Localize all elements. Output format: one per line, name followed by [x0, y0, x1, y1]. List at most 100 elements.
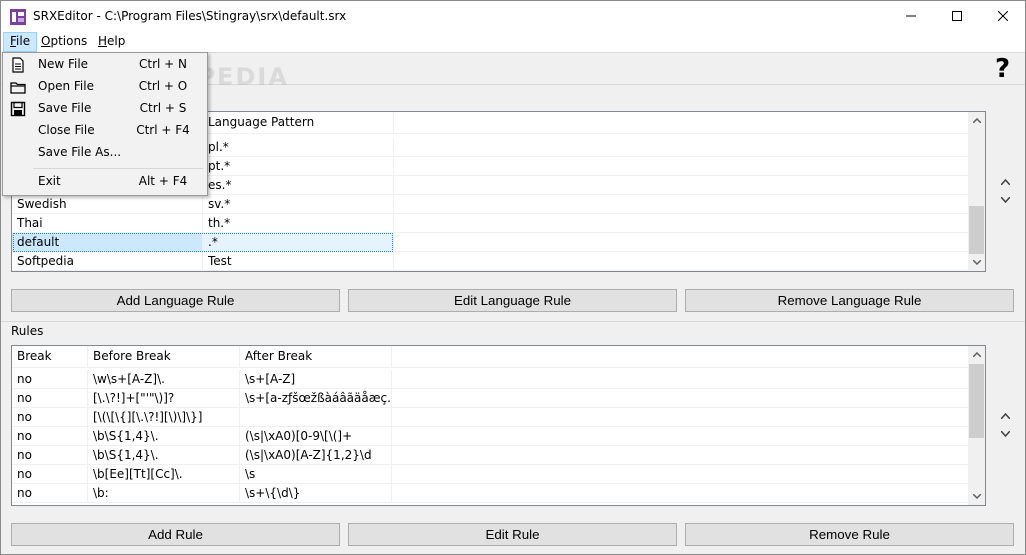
language-rule-row[interactable]: default .*	[12, 233, 970, 252]
column-header-language-pattern[interactable]: Language Pattern	[203, 112, 394, 134]
rule-row[interactable]: no \b[Ee][Tt][Cc]\. \s	[12, 465, 970, 484]
move-down-button[interactable]	[998, 427, 1012, 441]
rule-break: no	[12, 484, 88, 503]
remove-rule-button[interactable]: Remove Rule	[685, 523, 1014, 546]
add-language-rule-button[interactable]: Add Language Rule	[11, 289, 340, 312]
rules-section-label: Rules	[11, 324, 44, 338]
title-bar: SRXEditor - C:\Program Files\Stingray\sr…	[1, 1, 1025, 31]
language-rule-name: Softpedia	[12, 252, 203, 271]
rule-row[interactable]: no \b: \s+\{\d\}	[12, 484, 970, 503]
rule-row[interactable]: no [\.\?!]+["'"\)]? \s+[a-zƒšœžßàáâãäåæç..…	[12, 389, 970, 408]
chevron-up-icon	[1000, 413, 1010, 419]
chevron-up-icon	[972, 118, 981, 123]
menu-item-shortcut: Ctrl + F4	[136, 123, 190, 137]
section-divider	[1, 321, 1025, 322]
rule-before-break: [\.\?!]+["'"\)]?	[88, 389, 240, 408]
language-rule-name: Swedish	[12, 195, 203, 214]
rule-before-break: \b\S{1,4}\.	[88, 446, 240, 465]
window-title: SRXEditor - C:\Program Files\Stingray\sr…	[33, 9, 347, 23]
menu-file[interactable]: File	[3, 32, 38, 52]
rule-row[interactable]: no \w\s+[A-Z]\. \s+[A-Z]	[12, 370, 970, 389]
maximize-button[interactable]	[934, 1, 980, 31]
rule-break: no	[12, 408, 88, 427]
file-menu-item-exit[interactable]: Exit Alt + F4	[5, 171, 205, 193]
chevron-down-icon	[1000, 197, 1010, 203]
language-rule-pattern: pl.*	[203, 138, 394, 157]
rules-header: Break Before Break After Break	[12, 346, 970, 368]
menu-item-shortcut: Ctrl + N	[138, 57, 187, 71]
rule-before-break: \w\s+[A-Z]\.	[88, 370, 240, 389]
column-header-break[interactable]: Break	[12, 346, 88, 368]
file-menu-item-save-file-as[interactable]: Save File As...	[5, 142, 205, 164]
menu-options[interactable]: Options	[35, 32, 93, 52]
rule-before-break: [\(\[\{][\.\?!][\)\]\}]	[88, 408, 240, 427]
rule-after-break	[240, 408, 392, 427]
language-rules-scrollbar[interactable]	[968, 112, 985, 271]
rule-after-break: (\s|\xA0)[0-9\[\(]+	[240, 427, 392, 446]
add-rule-button[interactable]: Add Rule	[11, 523, 340, 546]
edit-rule-button[interactable]: Edit Rule	[348, 523, 677, 546]
move-up-button[interactable]	[998, 409, 1012, 423]
language-rule-row[interactable]: Softpedia Test	[12, 252, 970, 271]
minimize-button[interactable]	[888, 1, 934, 31]
rule-reorder	[998, 409, 1012, 441]
rule-before-break: \b:	[88, 484, 240, 503]
rule-break: no	[12, 427, 88, 446]
close-window-button[interactable]	[980, 1, 1026, 31]
chevron-down-icon	[972, 260, 981, 265]
move-up-button[interactable]	[998, 175, 1012, 189]
menu-help[interactable]: Help	[92, 32, 131, 52]
file-menu-item-close-file[interactable]: Close File Ctrl + F4	[5, 120, 205, 142]
column-header-after-break[interactable]: After Break	[240, 346, 392, 368]
rule-after-break: \s+[A-Z]	[240, 370, 392, 389]
focus-outline	[13, 233, 393, 252]
srx-editor-window: SRXEditor - C:\Program Files\Stingray\sr…	[0, 0, 1026, 555]
file-menu-dropdown: New File Ctrl + N Open File Ctrl + O Save Fi…	[2, 52, 208, 196]
app-icon	[10, 9, 26, 25]
column-header-before-break[interactable]: Before Break	[88, 346, 240, 368]
menu-item-label: Save File As...	[38, 145, 122, 159]
scroll-up-arrow[interactable]	[968, 112, 985, 129]
file-menu-item-save-file[interactable]: Save File Ctrl + S	[5, 98, 205, 120]
chevron-up-icon	[972, 352, 981, 357]
remove-language-rule-button[interactable]: Remove Language Rule	[685, 289, 1014, 312]
menu-item-shortcut: Ctrl + O	[138, 79, 188, 93]
chevron-down-icon	[972, 494, 981, 499]
file-menu-item-new-file[interactable]: New File Ctrl + N	[5, 54, 205, 76]
help-icon[interactable]: ?	[995, 55, 1010, 83]
scroll-down-arrow[interactable]	[968, 488, 985, 505]
chevron-up-icon	[1000, 179, 1010, 185]
rule-break: no	[12, 370, 88, 389]
rule-break: no	[12, 389, 88, 408]
rule-after-break: \s+[a-zƒšœžßàáâãäåæç...	[240, 389, 392, 408]
menu-item-shortcut: Ctrl + S	[139, 101, 187, 115]
move-down-button[interactable]	[998, 193, 1012, 207]
scroll-thumb[interactable]	[969, 206, 984, 254]
language-rule-row[interactable]: Swedish sv.*	[12, 195, 970, 214]
rule-row[interactable]: no [\(\[\{][\.\?!][\)\]\}]	[12, 408, 970, 427]
file-menu-item-open-file[interactable]: Open File Ctrl + O	[5, 76, 205, 98]
language-rule-pattern: es.*	[203, 176, 394, 195]
scroll-down-arrow[interactable]	[968, 254, 985, 271]
scroll-up-arrow[interactable]	[968, 346, 985, 363]
language-rule-reorder	[998, 175, 1012, 207]
rule-row[interactable]: no \b\S{1,4}\. (\s|\xA0)[A-Z]{1,2}\d	[12, 446, 970, 465]
rule-after-break: \s	[240, 465, 392, 484]
rule-before-break: \b[Ee][Tt][Cc]\.	[88, 465, 240, 484]
close-icon	[998, 11, 1008, 21]
language-rule-pattern: pt.*	[203, 157, 394, 176]
chevron-down-icon	[1000, 431, 1010, 437]
edit-language-rule-button[interactable]: Edit Language Rule	[348, 289, 677, 312]
menu-item-label: Save File	[38, 101, 92, 115]
rule-row[interactable]: no \b\S{1,4}\. (\s|\xA0)[0-9\[\(]+	[12, 427, 970, 446]
new-file-icon	[10, 57, 26, 73]
language-rule-row[interactable]: Thai th.*	[12, 214, 970, 233]
menu-separator	[33, 168, 203, 169]
scroll-thumb[interactable]	[969, 364, 984, 438]
maximize-icon	[952, 11, 962, 21]
rule-break: no	[12, 465, 88, 484]
minimize-icon	[906, 15, 916, 17]
language-rule-pattern: sv.*	[203, 195, 394, 214]
rules-scrollbar[interactable]	[968, 346, 985, 505]
menu-bar: File Options Help	[1, 31, 1025, 52]
